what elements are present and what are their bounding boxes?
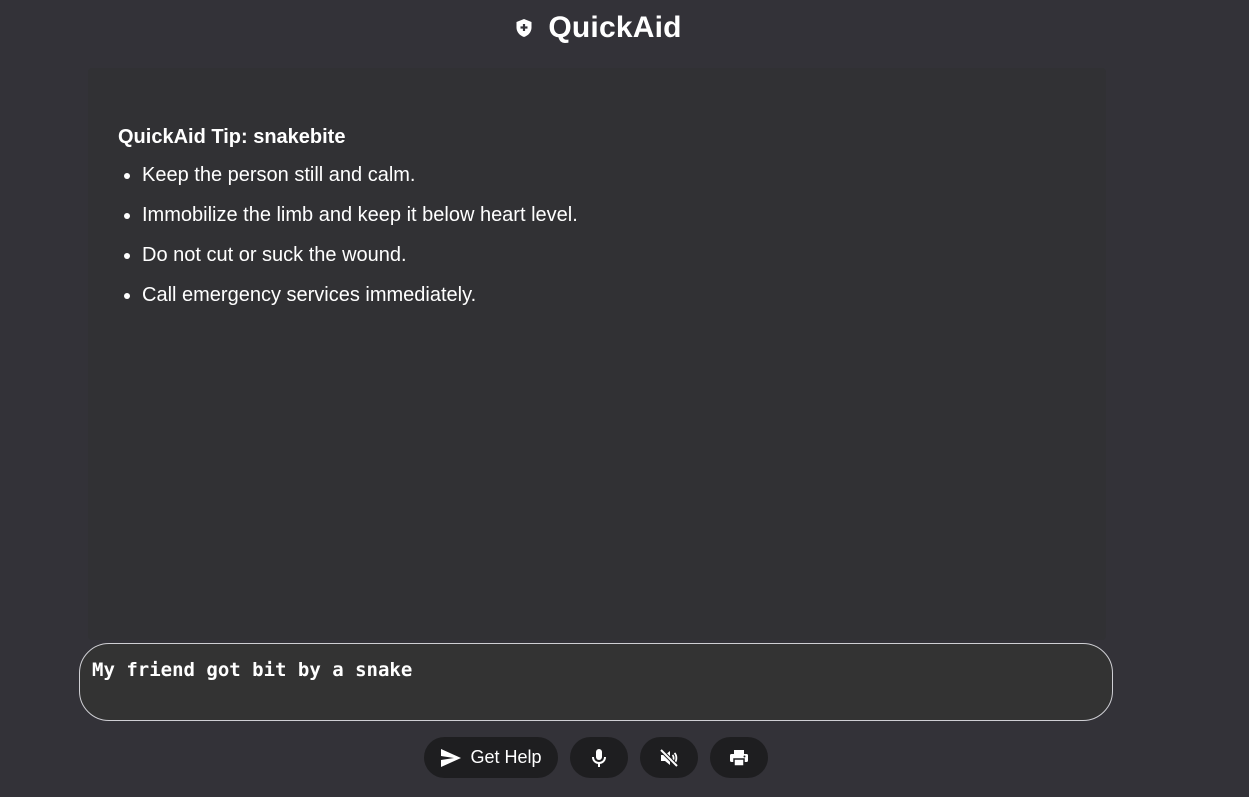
- app-header: QuickAid: [0, 8, 1196, 48]
- print-button[interactable]: [710, 737, 768, 778]
- send-icon: [440, 748, 462, 768]
- tip-title: QuickAid Tip: snakebite: [118, 126, 346, 148]
- app-title: QuickAid: [548, 11, 682, 44]
- message-input[interactable]: My friend got bit by a snake: [92, 658, 1100, 706]
- volume-off-icon: [659, 748, 679, 768]
- microphone-button[interactable]: [570, 737, 628, 778]
- tip-list: Keep the person still and calm. Immobili…: [118, 162, 1076, 308]
- printer-icon: [729, 748, 749, 768]
- get-help-label: Get Help: [470, 747, 542, 767]
- tip-item: Call emergency services immediately.: [142, 282, 1076, 308]
- shield-plus-icon: [514, 18, 534, 38]
- get-help-button[interactable]: Get Help: [424, 737, 558, 778]
- tip-item: Do not cut or suck the wound.: [142, 242, 1076, 268]
- tip-item: Keep the person still and calm.: [142, 162, 1076, 188]
- action-bar: Get Help: [424, 737, 768, 778]
- tip-item: Immobilize the limb and keep it below he…: [142, 202, 1076, 228]
- message-input-container: My friend got bit by a snake: [79, 643, 1113, 721]
- app-root: QuickAid QuickAid Tip: snakebite Keep th…: [0, 0, 1249, 797]
- tip-card: QuickAid Tip: snakebite Keep the person …: [88, 68, 1106, 640]
- mute-button[interactable]: [640, 737, 698, 778]
- microphone-icon: [591, 748, 607, 768]
